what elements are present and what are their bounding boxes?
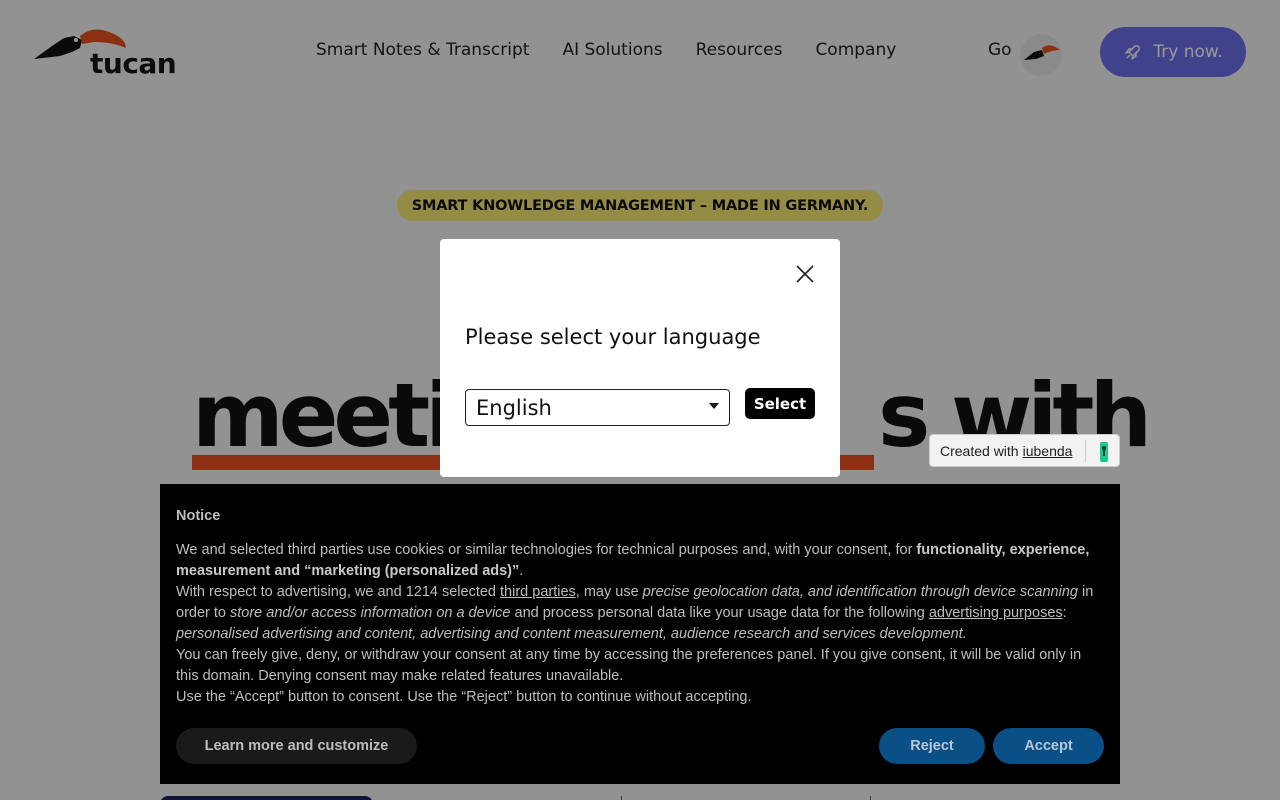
text-italic: personalised advertising and content, ad… (176, 626, 967, 642)
iubenda-link[interactable]: iubenda (1023, 443, 1073, 459)
third-parties-link[interactable]: third parties (500, 584, 576, 600)
text: and process personal data like your usag… (510, 605, 929, 621)
text-italic: precise geolocation data, and identifica… (642, 584, 1078, 600)
cookie-banner-title: Notice (176, 508, 221, 524)
language-modal-title: Please select your language (465, 325, 761, 349)
learn-more-button[interactable]: Learn more and customize (176, 728, 417, 764)
cookie-paragraph: Use the “Accept” button to consent. Use … (176, 689, 752, 705)
divider (1085, 440, 1086, 462)
iubenda-badge-prefix: Created with (940, 442, 1019, 459)
text: With respect to advertising, we and 1214… (176, 584, 501, 600)
text: : (1062, 605, 1067, 621)
accept-button[interactable]: Accept (993, 728, 1104, 764)
cookie-banner-text: We and selected third parties use cookie… (176, 540, 1096, 708)
advertising-purposes-link[interactable]: advertising purposes (929, 605, 1063, 621)
reject-button[interactable]: Reject (879, 728, 985, 764)
language-modal: Please select your language English Sele… (440, 239, 840, 477)
cookie-banner: Notice We and selected third parties use… (160, 484, 1120, 784)
cookie-paragraph: We and selected third parties use cookie… (176, 540, 1096, 582)
text: . (519, 563, 524, 579)
select-language-button[interactable]: Select (745, 388, 815, 419)
cookie-paragraph: With respect to advertising, we and 1214… (176, 582, 1096, 645)
language-select[interactable]: English (465, 389, 730, 426)
text: , may use (575, 584, 643, 600)
language-select-value: English (476, 395, 552, 420)
text: We and selected third parties use cookie… (176, 542, 917, 558)
text-italic: store and/or access information on a dev… (230, 605, 511, 621)
close-icon[interactable] (794, 263, 816, 285)
cookie-paragraph: You can freely give, deny, or withdraw y… (176, 647, 1082, 684)
iubenda-badge[interactable]: Created with iubenda (929, 434, 1120, 467)
keyhole-icon (1100, 442, 1108, 462)
chevron-down-icon (709, 403, 719, 409)
